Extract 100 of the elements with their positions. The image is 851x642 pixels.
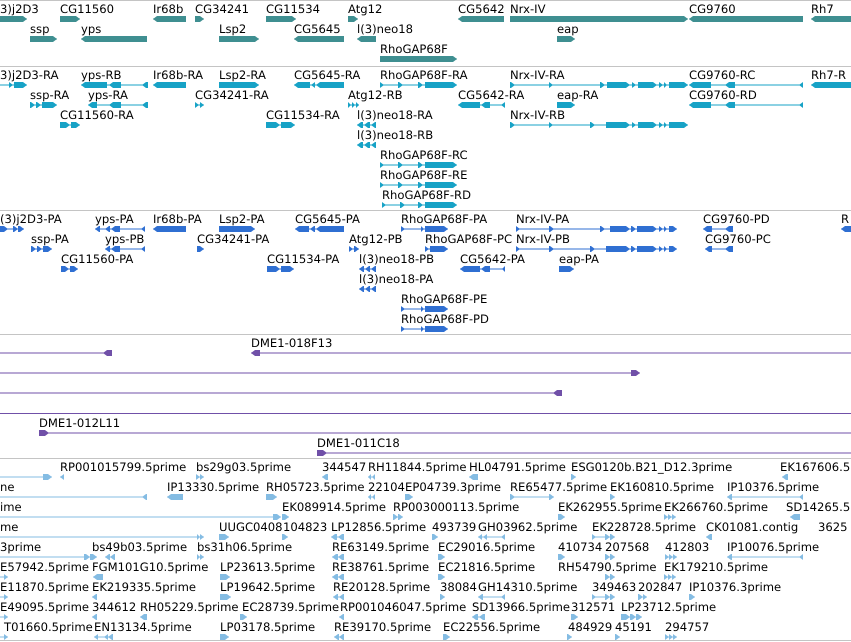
est-alignment[interactable] <box>60 474 64 480</box>
protein-model[interactable] <box>105 246 145 252</box>
est-alignment[interactable] <box>592 534 615 540</box>
transcript-model[interactable] <box>689 102 803 108</box>
gene-bar[interactable] <box>294 36 344 42</box>
est-alignment[interactable] <box>438 554 445 560</box>
clone-alignment[interactable] <box>317 450 851 456</box>
est-alignment[interactable] <box>220 574 230 580</box>
est-alignment[interactable] <box>266 494 277 500</box>
transcript-model[interactable] <box>153 82 186 88</box>
protein-model[interactable] <box>401 306 448 312</box>
est-alignment[interactable] <box>727 554 803 560</box>
transcript-model[interactable] <box>348 102 359 108</box>
est-alignment[interactable] <box>0 554 97 560</box>
protein-model[interactable] <box>401 226 448 232</box>
transcript-model[interactable] <box>88 102 148 108</box>
gene-bar[interactable] <box>557 36 575 42</box>
est-alignment[interactable] <box>706 534 712 540</box>
protein-model[interactable] <box>516 226 677 232</box>
est-alignment[interactable] <box>94 634 113 640</box>
transcript-model[interactable] <box>357 142 376 148</box>
est-alignment[interactable] <box>440 594 445 600</box>
transcript-model[interactable] <box>0 82 27 88</box>
protein-model[interactable] <box>359 286 376 292</box>
est-alignment[interactable] <box>0 634 8 640</box>
est-alignment[interactable] <box>571 614 578 620</box>
gene-bar[interactable] <box>266 16 296 22</box>
est-alignment[interactable] <box>664 514 676 520</box>
protein-model[interactable] <box>841 226 851 232</box>
est-alignment[interactable] <box>368 494 375 500</box>
gene-bar[interactable] <box>357 36 376 42</box>
clone-alignment[interactable] <box>39 430 851 436</box>
transcript-model[interactable] <box>195 102 204 108</box>
est-alignment[interactable] <box>592 594 615 600</box>
gene-bar[interactable] <box>195 16 204 22</box>
est-alignment[interactable] <box>92 614 97 620</box>
transcript-model[interactable] <box>30 102 57 108</box>
est-alignment[interactable] <box>438 574 445 580</box>
protein-model[interactable] <box>267 266 294 272</box>
est-alignment[interactable] <box>665 554 677 560</box>
est-alignment[interactable] <box>368 474 375 480</box>
transcript-model[interactable] <box>219 82 259 88</box>
est-alignment[interactable] <box>0 474 52 480</box>
gene-bar[interactable] <box>348 16 358 22</box>
est-alignment[interactable] <box>478 594 505 600</box>
est-alignment[interactable] <box>220 634 229 640</box>
est-alignment[interactable] <box>333 594 344 600</box>
protein-model[interactable] <box>703 226 733 232</box>
transcript-model[interactable] <box>458 102 505 108</box>
est-alignment[interactable] <box>558 554 565 560</box>
transcript-model[interactable] <box>380 82 457 88</box>
transcript-model[interactable] <box>811 82 851 88</box>
gene-bar[interactable] <box>0 16 27 22</box>
est-alignment[interactable] <box>432 534 438 540</box>
est-alignment[interactable] <box>0 594 8 600</box>
est-alignment[interactable] <box>105 554 115 560</box>
protein-model[interactable] <box>295 226 344 232</box>
est-alignment[interactable] <box>322 474 328 480</box>
gene-bar[interactable] <box>81 36 147 42</box>
est-alignment[interactable] <box>782 474 788 480</box>
gene-bar[interactable] <box>153 16 186 22</box>
est-alignment[interactable] <box>282 514 289 520</box>
protein-model[interactable] <box>460 266 505 272</box>
est-alignment[interactable] <box>0 494 147 500</box>
clone-alignment[interactable] <box>0 390 562 396</box>
protein-model[interactable] <box>705 246 733 252</box>
protein-model[interactable] <box>153 226 186 232</box>
est-alignment[interactable] <box>0 534 204 540</box>
est-alignment[interactable] <box>0 614 8 620</box>
protein-model[interactable] <box>95 226 145 232</box>
gene-bar[interactable] <box>30 36 57 42</box>
est-alignment[interactable] <box>405 494 413 500</box>
est-alignment[interactable] <box>605 554 615 560</box>
clone-alignment[interactable] <box>251 350 851 356</box>
est-alignment[interactable] <box>665 634 677 640</box>
est-alignment[interactable] <box>664 574 676 580</box>
est-alignment[interactable] <box>638 594 647 600</box>
protein-model[interactable] <box>425 246 448 252</box>
est-alignment[interactable] <box>0 574 8 580</box>
transcript-model[interactable] <box>294 82 344 88</box>
est-alignment[interactable] <box>393 514 403 520</box>
est-alignment[interactable] <box>140 614 147 620</box>
clone-alignment[interactable] <box>0 370 640 376</box>
transcript-model[interactable] <box>510 122 688 128</box>
gene-bar[interactable] <box>811 16 851 22</box>
est-alignment[interactable] <box>567 634 572 640</box>
transcript-model[interactable] <box>60 122 80 128</box>
est-alignment[interactable] <box>478 534 505 540</box>
est-alignment[interactable] <box>558 514 565 520</box>
est-alignment[interactable] <box>331 534 344 540</box>
est-alignment[interactable] <box>196 474 204 480</box>
transcript-model[interactable] <box>357 122 376 128</box>
transcript-model[interactable] <box>382 202 457 208</box>
transcript-model[interactable] <box>557 102 575 108</box>
est-alignment[interactable] <box>571 474 576 480</box>
est-alignment[interactable] <box>197 554 204 560</box>
est-alignment[interactable] <box>339 614 344 620</box>
est-alignment[interactable] <box>689 594 695 600</box>
est-alignment[interactable] <box>332 574 344 580</box>
gene-bar[interactable] <box>458 16 504 22</box>
